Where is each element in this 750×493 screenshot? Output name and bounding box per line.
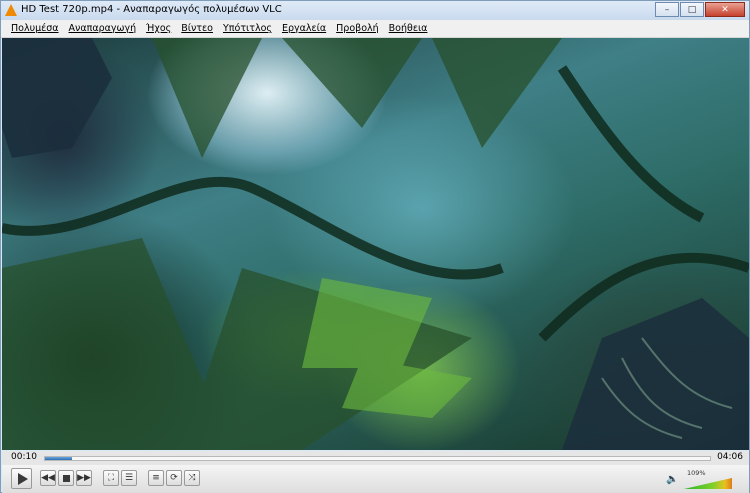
menu-tools[interactable]: Εργαλεία bbox=[277, 23, 331, 34]
previous-icon: ◀◀ bbox=[41, 472, 55, 483]
play-button[interactable] bbox=[11, 468, 32, 489]
window-controls: – □ ✕ bbox=[655, 2, 745, 17]
close-button[interactable]: ✕ bbox=[705, 2, 745, 17]
menu-audio[interactable]: Ήχος bbox=[141, 23, 176, 34]
menu-video[interactable]: Βίντεο bbox=[176, 23, 218, 34]
volume-level bbox=[684, 478, 732, 489]
next-icon: ▶▶ bbox=[77, 472, 91, 483]
window-title: HD Test 720p.mp4 - Αναπαραγωγός πολυμέσω… bbox=[21, 4, 282, 15]
seek-progress bbox=[45, 457, 73, 460]
equalizer-icon: ☰ bbox=[124, 472, 134, 483]
vlc-cone-icon bbox=[5, 4, 17, 16]
menu-playback[interactable]: Αναπαραγωγή bbox=[64, 23, 142, 34]
fullscreen-button[interactable]: ⛶ bbox=[103, 470, 119, 486]
loop-icon: ⟳ bbox=[170, 472, 178, 483]
previous-button[interactable]: ◀◀ bbox=[40, 470, 56, 486]
seek-row: 00:10 04:06 bbox=[2, 451, 749, 465]
play-icon bbox=[17, 472, 28, 485]
shuffle-button[interactable]: ⤨ bbox=[184, 470, 200, 486]
elapsed-time: 00:10 bbox=[11, 452, 37, 462]
seek-slider[interactable] bbox=[44, 456, 711, 461]
playlist-icon: ≡ bbox=[152, 472, 160, 483]
menu-help[interactable]: Βοήθεια bbox=[384, 23, 433, 34]
volume-percent: 109% bbox=[687, 469, 706, 477]
video-display[interactable] bbox=[2, 38, 749, 450]
minimize-button[interactable]: – bbox=[655, 2, 679, 17]
menu-media[interactable]: Πολυμέσα bbox=[6, 23, 64, 34]
maximize-button[interactable]: □ bbox=[680, 2, 704, 17]
menu-view[interactable]: Προβολή bbox=[331, 23, 384, 34]
menu-subtitle[interactable]: Υπότιτλος bbox=[218, 23, 277, 34]
volume-slider[interactable] bbox=[684, 478, 732, 489]
shuffle-icon: ⤨ bbox=[188, 472, 196, 483]
stop-icon bbox=[62, 474, 70, 482]
loop-button[interactable]: ⟳ bbox=[166, 470, 182, 486]
stop-button[interactable] bbox=[58, 470, 74, 486]
jungle-scene bbox=[2, 38, 749, 450]
vlc-window: HD Test 720p.mp4 - Αναπαραγωγός πολυμέσω… bbox=[0, 0, 750, 493]
speaker-icon[interactable]: 🔈 bbox=[666, 474, 678, 485]
menu-bar: Πολυμέσα Αναπαραγωγή Ήχος Βίντεο Υπότιτλ… bbox=[1, 20, 749, 38]
playlist-button[interactable]: ≡ bbox=[148, 470, 164, 486]
control-bar: ◀◀ ▶▶ ⛶ ☰ ≡ ⟳ ⤨ 🔈 109% bbox=[2, 465, 749, 493]
title-bar[interactable]: HD Test 720p.mp4 - Αναπαραγωγός πολυμέσω… bbox=[1, 1, 749, 20]
next-button[interactable]: ▶▶ bbox=[76, 470, 92, 486]
total-time: 04:06 bbox=[717, 452, 743, 462]
fullscreen-icon: ⛶ bbox=[107, 472, 115, 483]
extended-settings-button[interactable]: ☰ bbox=[121, 470, 137, 486]
